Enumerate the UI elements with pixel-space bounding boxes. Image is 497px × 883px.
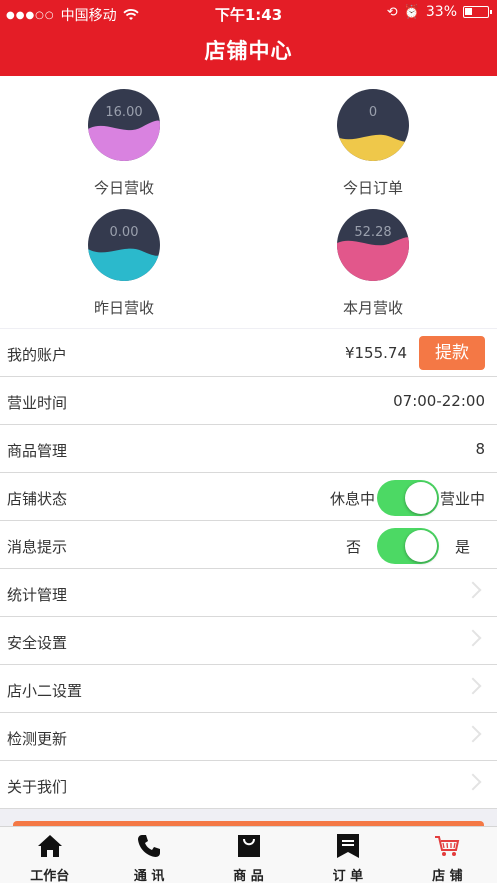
business-hours-value: 07:00-22:00: [393, 392, 485, 410]
wave-fill: [337, 134, 409, 161]
row-label: 关于我们: [7, 778, 68, 796]
tab-label: 订 单: [332, 869, 364, 883]
row-product-management[interactable]: 商品管理 8: [0, 425, 497, 473]
stat-today-orders[interactable]: 0 今日订单: [293, 89, 453, 198]
wave-circle: 0.00: [88, 209, 160, 281]
stat-value: 16.00: [105, 105, 143, 120]
tab-workbench[interactable]: 工作台: [0, 827, 99, 883]
row-statistics-management[interactable]: 统计管理: [0, 569, 497, 617]
battery-percent: 33%: [425, 4, 457, 20]
row-label: 店铺状态: [7, 490, 68, 508]
chevron-right-icon: [464, 677, 482, 695]
stat-value: 0.00: [109, 225, 139, 240]
row-label: 我的账户: [7, 346, 68, 364]
wave-fill: [88, 120, 160, 161]
row-label: 营业时间: [7, 394, 68, 412]
store-status-off-label: 休息中: [330, 490, 376, 508]
nav-bar: 店铺中心: [0, 26, 497, 76]
stat-label: 今日订单: [342, 179, 403, 197]
order-flag-icon: [336, 834, 359, 858]
tab-label: 店 铺: [432, 869, 463, 883]
tab-label: 商 品: [233, 869, 264, 883]
stat-month-revenue[interactable]: 52.28 本月营收: [293, 209, 453, 318]
stats-panel: 16.00 今日营收 0 今日订单 0.00 昨日营收 52.28 本月营收: [0, 76, 497, 328]
settings-list: 我的账户 ¥155.74 提款 营业时间 07:00-22:00 商品管理 8 …: [0, 329, 497, 809]
phone-icon: [138, 835, 161, 857]
product-count: 8: [475, 440, 485, 458]
page-title: 店铺中心: [204, 39, 293, 63]
stat-label: 昨日营收: [93, 299, 154, 317]
tab-orders[interactable]: 订 单: [298, 827, 397, 883]
stat-label: 本月营收: [342, 299, 403, 317]
battery-icon: [463, 6, 492, 18]
notifications-off-label: 否: [346, 538, 362, 556]
row-check-updates[interactable]: 检测更新: [0, 713, 497, 761]
row-about-us[interactable]: 关于我们: [0, 761, 497, 809]
wave-circle: 16.00: [88, 89, 160, 161]
status-bar: ●●●○○ 中国移动 下午1:43 ⟲ ⏰ 33%: [0, 0, 497, 26]
stat-label: 今日营收: [93, 179, 154, 197]
notifications-toggle[interactable]: [377, 528, 439, 564]
store-status-toggle[interactable]: [377, 480, 439, 516]
store-status-on-label: 营业中: [440, 490, 486, 508]
wave-fill: [337, 237, 409, 281]
tab-store[interactable]: 店 铺: [398, 827, 497, 883]
tab-label: 工作台: [30, 869, 70, 883]
toggle-knob: [405, 530, 437, 562]
row-label: 商品管理: [7, 442, 68, 460]
stat-yesterday-revenue[interactable]: 0.00 昨日营收: [44, 209, 204, 318]
toggle-knob: [405, 482, 437, 514]
chevron-right-icon: [464, 629, 482, 647]
withdraw-button[interactable]: 提款: [419, 336, 485, 370]
row-store-status: 店铺状态 休息中 营业中: [0, 473, 497, 521]
stat-today-revenue[interactable]: 16.00 今日营收: [44, 89, 204, 198]
row-label: 消息提示: [7, 538, 68, 556]
account-balance: ¥155.74: [344, 344, 407, 362]
wave-fill: [88, 248, 160, 281]
wave-circle: 52.28: [337, 209, 409, 281]
row-label: 安全设置: [7, 634, 68, 652]
row-label: 统计管理: [7, 586, 68, 604]
chevron-right-icon: [464, 773, 482, 791]
row-my-account[interactable]: 我的账户 ¥155.74 提款: [0, 329, 497, 377]
row-notifications: 消息提示 否 是: [0, 521, 497, 569]
rotation-lock-icon: ⟲: [386, 4, 398, 20]
row-label: 店小二设置: [7, 682, 83, 700]
tab-products[interactable]: 商 品: [199, 827, 298, 883]
shopping-bag-icon: [237, 835, 260, 857]
stat-value: 0: [368, 105, 378, 120]
stat-value: 52.28: [354, 225, 392, 240]
home-icon: [37, 835, 62, 857]
chevron-right-icon: [464, 725, 482, 743]
tab-contacts[interactable]: 通 讯: [99, 827, 198, 883]
notifications-on-label: 是: [455, 538, 471, 556]
row-business-hours[interactable]: 营业时间 07:00-22:00: [0, 377, 497, 425]
tab-bar: 工作台 通 讯 商 品 订 单 店 铺: [0, 826, 497, 883]
tab-label: 通 讯: [133, 869, 165, 883]
chevron-right-icon: [464, 581, 482, 599]
wave-circle: 0: [337, 89, 409, 161]
cart-icon: [435, 836, 460, 856]
status-right: ⟲ ⏰ 33%: [386, 4, 492, 20]
alarm-icon: ⏰: [403, 4, 420, 20]
row-label: 检测更新: [7, 730, 68, 748]
row-security-settings[interactable]: 安全设置: [0, 617, 497, 665]
row-assistant-settings[interactable]: 店小二设置: [0, 665, 497, 713]
